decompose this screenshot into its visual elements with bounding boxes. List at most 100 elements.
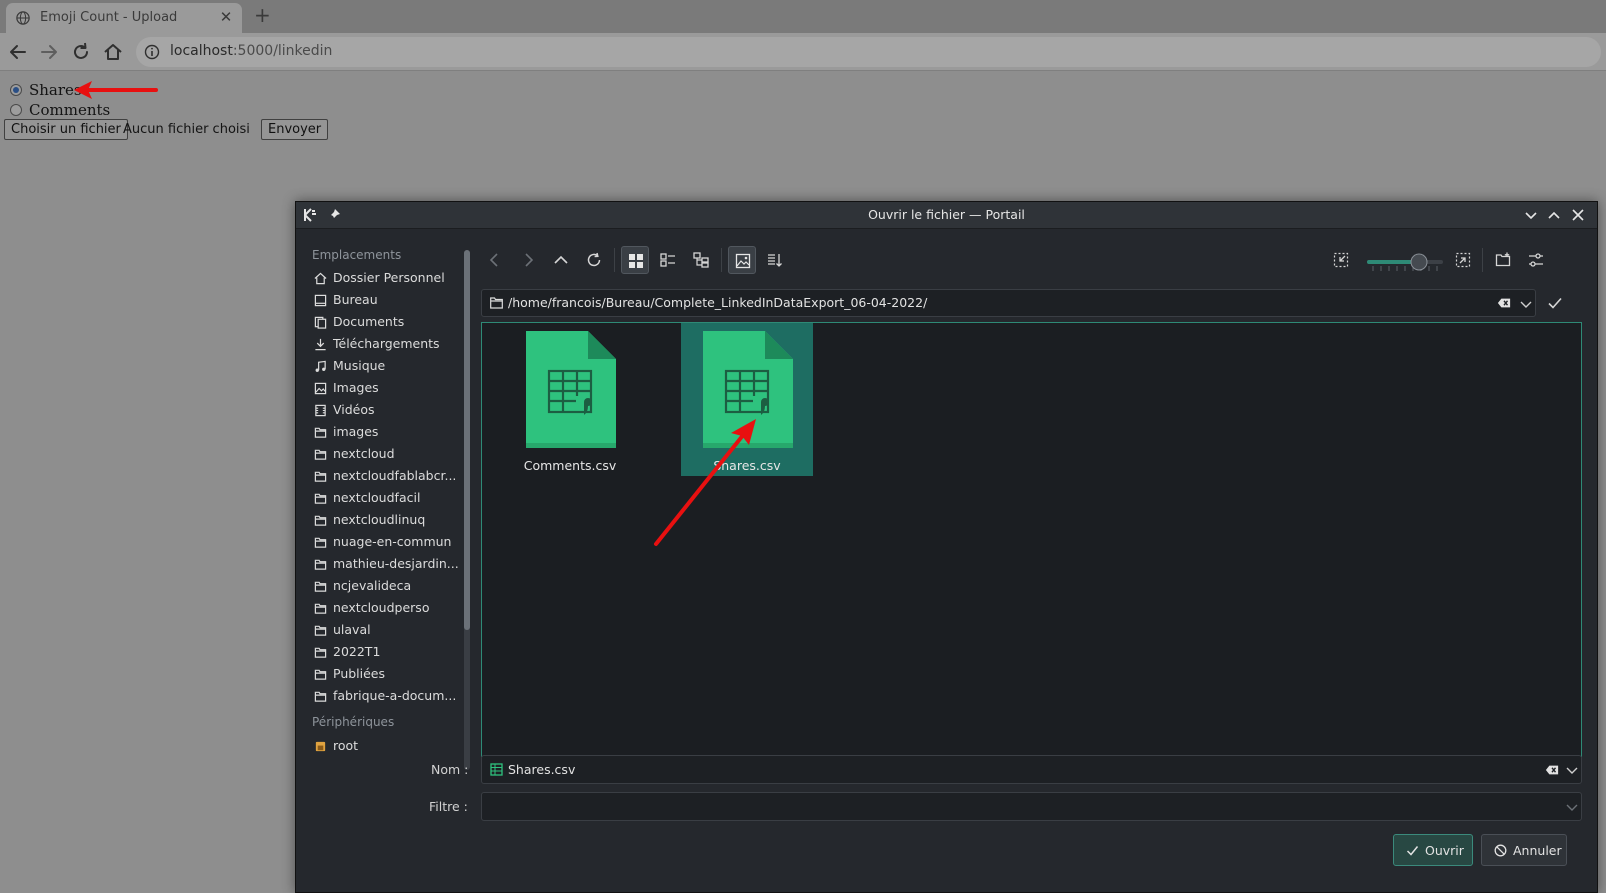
forward-icon[interactable]: [38, 41, 60, 63]
tree-view-button[interactable]: [687, 246, 715, 274]
filename-value: Shares.csv: [508, 762, 576, 777]
place-videos[interactable]: Vidéos: [312, 401, 462, 421]
zoom-out-icon: [1333, 252, 1349, 268]
home-icon[interactable]: [102, 41, 124, 63]
toolbar-separator: [614, 248, 615, 272]
address-bar[interactable]: localhost:5000/linkedin: [136, 37, 1601, 67]
open-button[interactable]: Ouvrir: [1393, 834, 1473, 866]
radio-button-shares[interactable]: [10, 84, 22, 96]
zoom-in-icon: [1455, 252, 1471, 268]
radio-button-comments[interactable]: [10, 104, 22, 116]
folder-icon: [314, 603, 327, 614]
place-bureau[interactable]: Bureau: [312, 291, 462, 311]
folder-icon: [314, 449, 327, 460]
sidebar-scrollbar-thumb[interactable]: [464, 250, 470, 630]
place-nextcloudlinuq[interactable]: nextcloudlinuq: [312, 511, 462, 531]
chevron-left-icon: [489, 253, 498, 267]
browser-nav-bar: localhost:5000/linkedin: [0, 33, 1606, 71]
info-icon[interactable]: [144, 44, 160, 60]
place-telechargements[interactable]: Téléchargements: [312, 335, 462, 355]
check-icon: [1406, 846, 1419, 856]
forward-button[interactable]: [514, 246, 542, 274]
close-tab-icon[interactable]: ✕: [218, 8, 234, 26]
place-fabrique-a-docum[interactable]: fabrique-a-docum...: [312, 687, 462, 707]
new-tab-icon[interactable]: +: [254, 3, 271, 27]
place-nextcloud[interactable]: nextcloud: [312, 445, 462, 465]
filename-input[interactable]: Shares.csv: [481, 755, 1582, 784]
globe-icon: [16, 11, 30, 25]
back-button[interactable]: [481, 246, 509, 274]
place-nextcloudperso[interactable]: nextcloudperso: [312, 599, 462, 619]
minimize-icon[interactable]: [1523, 207, 1539, 223]
maximize-icon[interactable]: [1546, 207, 1562, 223]
submit-button[interactable]: Envoyer: [261, 119, 329, 140]
path-input[interactable]: /home/francois/Bureau/Complete_LinkedInD…: [481, 289, 1536, 317]
zoom-in-button[interactable]: [1449, 246, 1477, 274]
chevron-down-icon[interactable]: [1565, 763, 1579, 777]
file-item-shares[interactable]: Shares.csv: [681, 323, 813, 476]
place-2022t1[interactable]: 2022T1: [312, 643, 462, 663]
drive-icon: [315, 741, 326, 752]
icons-view-icon: [629, 254, 643, 268]
folder-icon: [314, 559, 327, 570]
folder-icon: [314, 493, 327, 504]
path-text: /home/francois/Bureau/Complete_LinkedInD…: [508, 295, 928, 310]
place-documents[interactable]: Documents: [312, 313, 462, 333]
reload-icon: [587, 252, 601, 267]
filter-select[interactable]: [481, 792, 1582, 821]
url-path: :5000/linkedin: [232, 43, 333, 59]
folder-icon: [314, 515, 327, 526]
place-mathieu-desjardin[interactable]: mathieu-desjardin...: [312, 555, 462, 575]
choose-file-button[interactable]: Choisir un fichier: [4, 119, 128, 140]
reload-icon[interactable]: [70, 41, 92, 63]
chevron-down-icon[interactable]: [1565, 800, 1579, 814]
clear-text-icon[interactable]: [1545, 763, 1559, 777]
options-button[interactable]: [1522, 246, 1550, 274]
place-dossier-personnel[interactable]: Dossier Personnel: [312, 269, 462, 289]
preview-toggle-button[interactable]: [728, 246, 756, 274]
place-ulaval[interactable]: ulaval: [312, 621, 462, 641]
places-heading: Emplacements: [312, 248, 402, 262]
chevron-right-icon: [525, 253, 534, 267]
image-preview-icon: [735, 253, 751, 269]
close-icon[interactable]: [1570, 207, 1586, 223]
download-icon: [315, 338, 326, 351]
new-folder-button[interactable]: [1489, 246, 1517, 274]
cancel-button[interactable]: Annuler: [1481, 834, 1567, 866]
browser-tab[interactable]: Emoji Count - Upload ✕: [6, 3, 242, 33]
devices-heading: Périphériques: [312, 715, 395, 729]
file-view[interactable]: Comments.csv Shares.csv: [481, 322, 1582, 757]
place-nuage-en-commun[interactable]: nuage-en-commun: [312, 533, 462, 553]
toolbar-separator: [1482, 248, 1483, 272]
reload-button[interactable]: [580, 246, 608, 274]
zoom-out-button[interactable]: [1327, 246, 1355, 274]
dialog-toolbar: [481, 244, 1591, 278]
place-musique[interactable]: Musique: [312, 357, 462, 377]
chevron-down-icon[interactable]: [1519, 297, 1533, 311]
new-folder-icon: [1495, 252, 1511, 267]
spreadsheet-file-icon: [490, 763, 503, 776]
browser-tab-bar: Emoji Count - Upload ✕ +: [0, 0, 1606, 33]
place-nextcloudfacil[interactable]: nextcloudfacil: [312, 489, 462, 509]
zoom-slider[interactable]: [1365, 252, 1445, 272]
settings-sliders-icon: [1529, 253, 1543, 267]
device-root[interactable]: root: [312, 737, 462, 757]
clear-text-icon[interactable]: [1497, 296, 1511, 310]
place-publiees[interactable]: Publiées: [312, 665, 462, 685]
place-nextcloudfablabcr[interactable]: nextcloudfablabcr...: [312, 467, 462, 487]
confirm-path-icon[interactable]: [1547, 295, 1563, 311]
place-images[interactable]: Images: [312, 379, 462, 399]
url-host: localhost: [170, 43, 233, 59]
back-icon[interactable]: [7, 41, 29, 63]
radio-label-comments: Comments: [29, 101, 111, 119]
compact-view-button[interactable]: [654, 246, 682, 274]
file-item-comments[interactable]: Comments.csv: [504, 323, 636, 476]
icons-view-button[interactable]: [621, 246, 649, 274]
parent-folder-button[interactable]: [547, 246, 575, 274]
chevron-up-icon: [554, 255, 568, 264]
sort-button[interactable]: [761, 246, 789, 274]
dialog-titlebar[interactable]: Ouvrir le fichier — Portail: [296, 202, 1597, 229]
place-ncjevalideca[interactable]: ncjevalideca: [312, 577, 462, 597]
folder-icon: [314, 691, 327, 702]
place-images-folder[interactable]: images: [312, 423, 462, 443]
